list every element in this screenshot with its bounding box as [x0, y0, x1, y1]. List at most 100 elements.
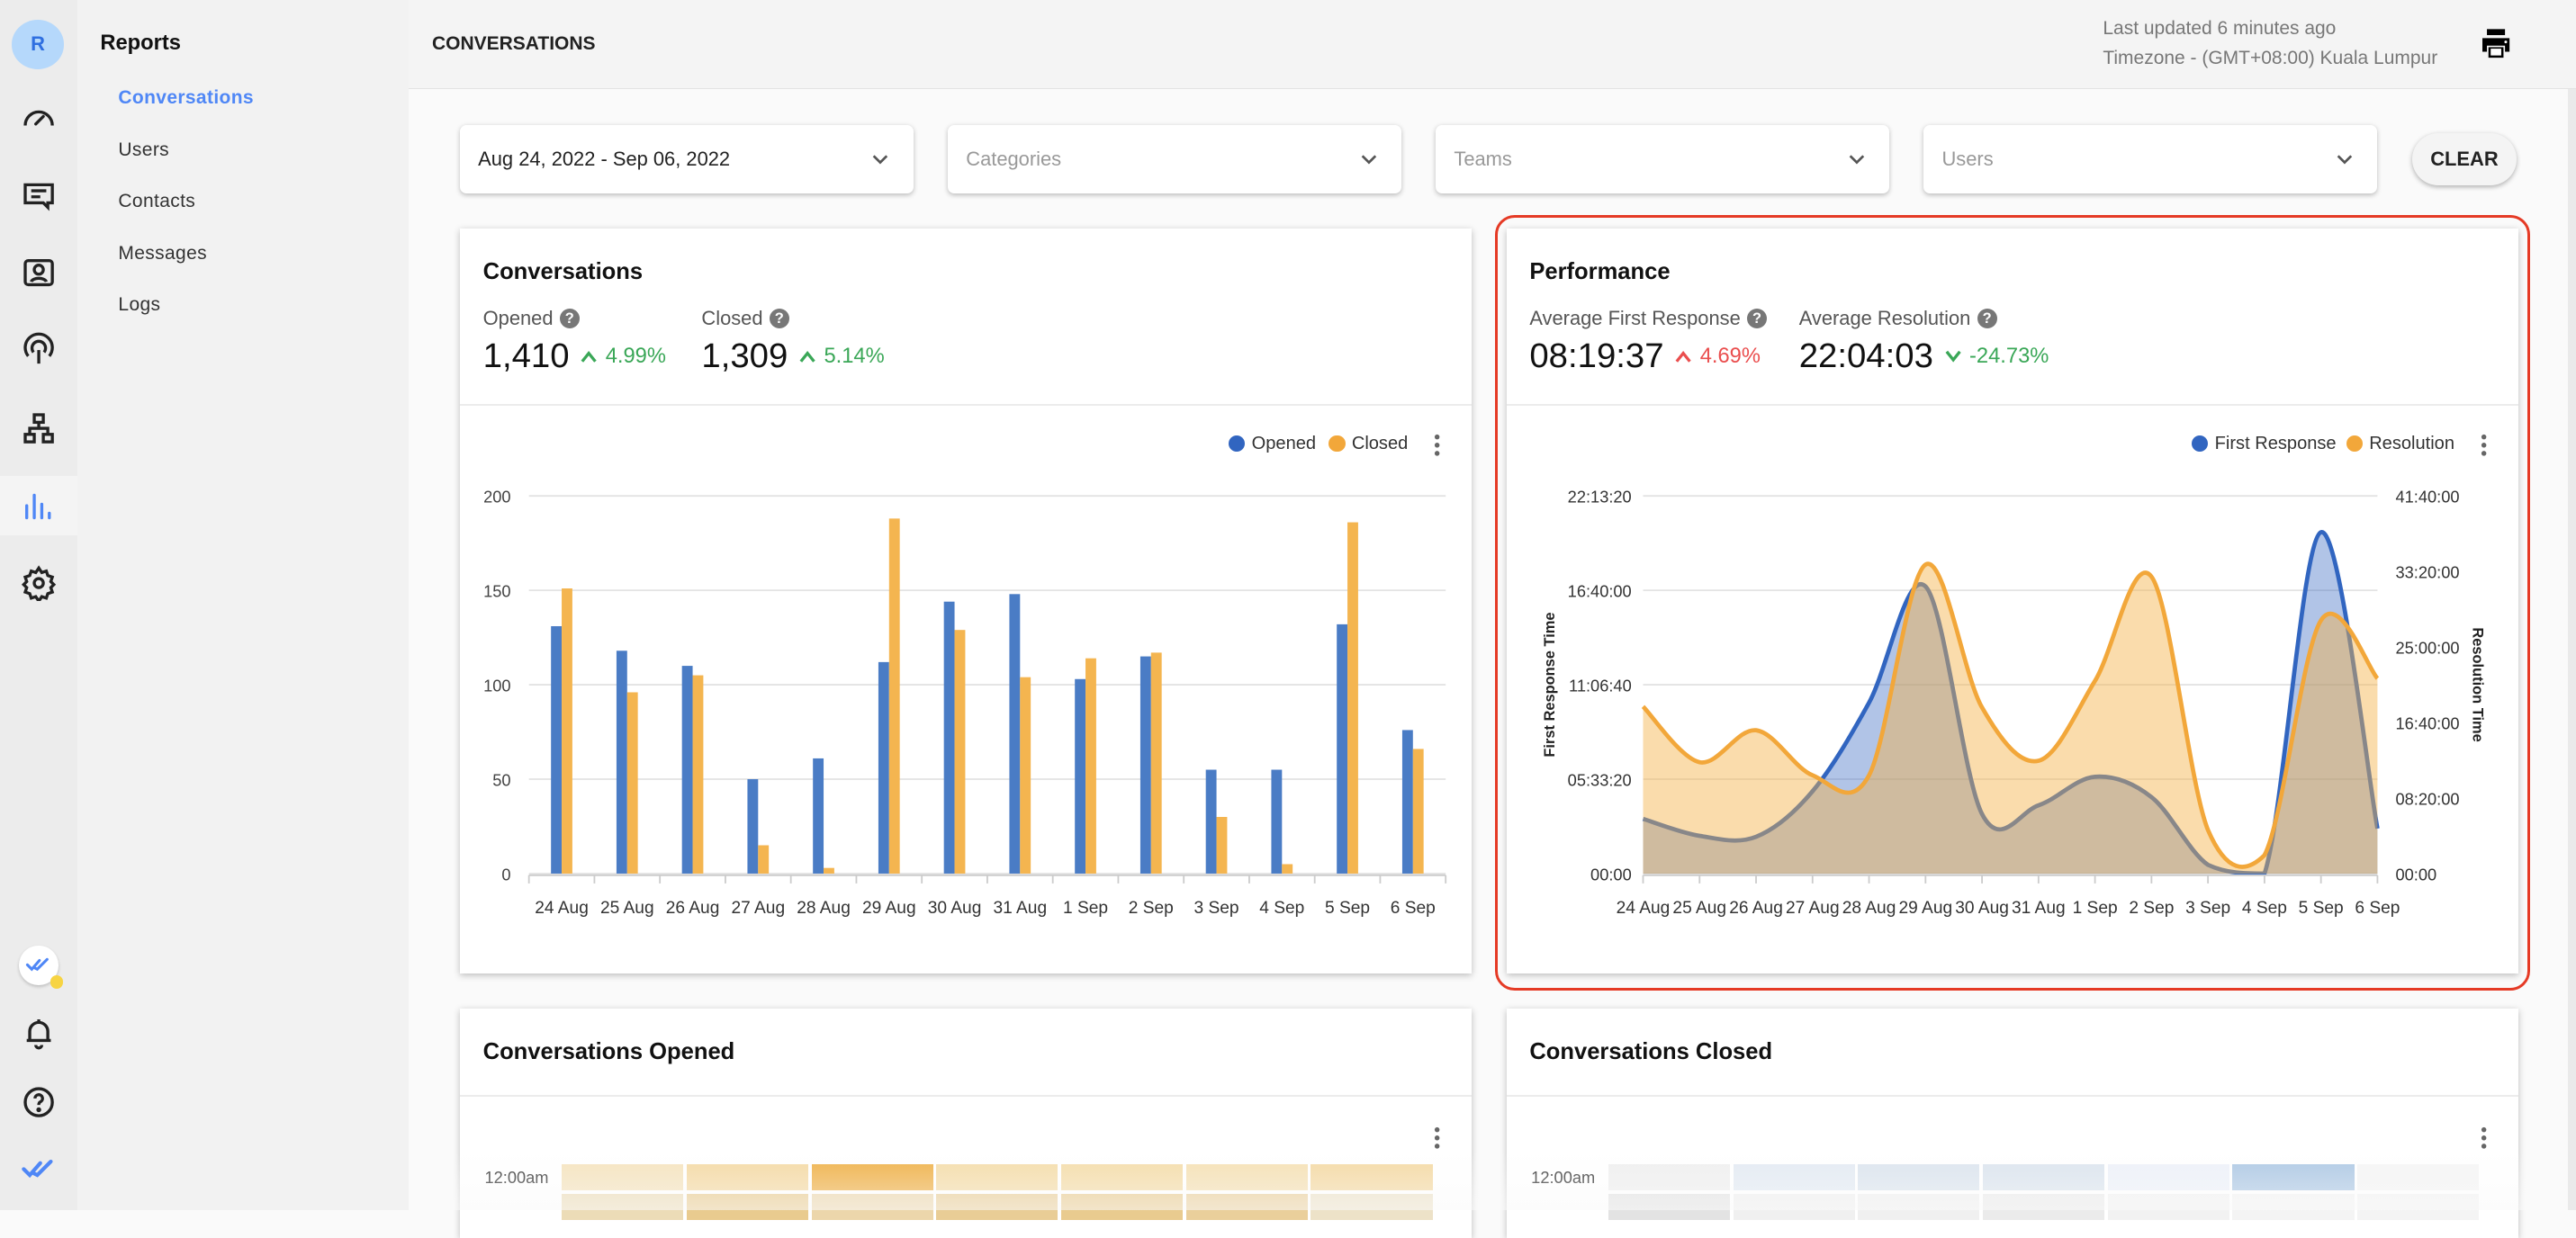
heatmap-cell[interactable] [1608, 1193, 1731, 1221]
heatmap-cell[interactable] [1983, 1193, 2105, 1221]
sitemap-icon[interactable] [0, 399, 77, 459]
heatmap-cell[interactable] [2357, 1193, 2480, 1221]
subnav-item-users[interactable]: Users [118, 139, 169, 161]
row-label: 12:00am [484, 1167, 549, 1187]
card-title: Conversations Closed [1529, 1039, 1773, 1065]
heatmap-cell[interactable] [2357, 1164, 2480, 1191]
x-tick-label: 6 Sep [2355, 899, 2400, 918]
legend-label: Closed [1351, 433, 1409, 453]
heatmap-cell[interactable] [1983, 1164, 2105, 1191]
date-range-select[interactable]: Aug 24, 2022 - Sep 06, 2022 [460, 124, 914, 194]
help-icon[interactable]: ? [559, 309, 580, 329]
printer-icon[interactable] [2478, 26, 2514, 62]
y-left-tick-label: 05:33:20 [1567, 770, 1631, 789]
teams-placeholder: Teams [1454, 148, 1512, 171]
x-tick-label: 29 Aug [862, 899, 916, 918]
row-label: 12:00am [1531, 1167, 1596, 1187]
logo-icon[interactable] [0, 1142, 77, 1201]
heatmap-cell[interactable] [1185, 1193, 1308, 1221]
heatmap-cell[interactable] [1733, 1193, 1855, 1221]
contact-icon[interactable] [0, 243, 77, 302]
heatmap-cell[interactable] [1061, 1164, 1184, 1191]
heatmap-cell[interactable] [936, 1193, 1058, 1221]
broadcast-icon[interactable] [0, 320, 77, 380]
x-tick-label: 26 Aug [1729, 899, 1783, 918]
heatmap-cell[interactable] [686, 1164, 808, 1191]
subnav-item-messages[interactable]: Messages [118, 243, 207, 265]
categories-placeholder: Categories [966, 148, 1062, 171]
help-icon[interactable]: ? [769, 309, 789, 329]
heatmap-cell[interactable] [936, 1164, 1058, 1191]
help-icon[interactable]: ? [1977, 309, 1997, 329]
bar-closed [1282, 864, 1293, 875]
legend-resolution[interactable]: Resolution [2346, 434, 2454, 454]
legend-opened[interactable]: Opened [1229, 434, 1316, 454]
x-tick-label: 28 Aug [797, 899, 851, 918]
clear-button[interactable]: CLEAR [2411, 132, 2517, 186]
bar-opened [943, 601, 955, 875]
opened-metric: 1,410 4.99% [483, 336, 666, 376]
heatmap-cell[interactable] [2107, 1193, 2229, 1221]
heatmap-cell[interactable] [562, 1164, 684, 1191]
bar-chart-icon[interactable] [0, 476, 77, 536]
bell-icon[interactable] [0, 1003, 77, 1063]
help-icon[interactable]: ? [1747, 309, 1767, 329]
app-badge-icon[interactable] [0, 936, 77, 995]
categories-select[interactable]: Categories [948, 124, 1401, 194]
avatar[interactable]: R [11, 19, 65, 69]
heatmap-cell[interactable] [2107, 1164, 2229, 1191]
subnav-item-logs[interactable]: Logs [118, 294, 160, 316]
x-tick-label: 2 Sep [1129, 899, 1174, 918]
subnav-item-conversations[interactable]: Conversations [118, 87, 254, 109]
teams-select[interactable]: Teams [1436, 124, 1890, 194]
heatmap-cell[interactable] [1311, 1164, 1433, 1191]
heatmap-cell[interactable] [811, 1193, 933, 1221]
more-options-icon[interactable] [1434, 434, 1440, 457]
y-right-tick-label: 25:00:00 [2395, 638, 2459, 657]
y-tick-label: 150 [483, 581, 510, 600]
help-icon[interactable] [0, 1072, 77, 1132]
legend-label: Opened [1251, 433, 1317, 453]
heatmap-cell[interactable] [1858, 1164, 1980, 1191]
users-placeholder: Users [1941, 148, 1994, 171]
legend-swatch [1329, 435, 1346, 453]
users-select[interactable]: Users [1923, 124, 2378, 194]
chat-icon[interactable] [0, 166, 77, 225]
legend-label: Resolution [2369, 433, 2454, 453]
heatmap-cell[interactable] [1185, 1164, 1308, 1191]
legend-first-response[interactable]: First Response [2192, 434, 2337, 454]
closed-value: 1,309 [701, 336, 788, 376]
heatmap-cell[interactable] [2232, 1193, 2355, 1221]
heatmap-cell[interactable] [562, 1193, 684, 1221]
last-updated: Last updated 6 minutes ago [2103, 18, 2337, 40]
gear-icon[interactable] [0, 553, 77, 613]
more-options-icon[interactable] [1434, 1126, 1440, 1150]
subnav-title: Reports [100, 31, 181, 55]
heatmap-cell[interactable] [1608, 1164, 1731, 1191]
divider [460, 1095, 1473, 1098]
x-tick-label: 31 Aug [994, 899, 1048, 918]
heatmap-cell[interactable] [1733, 1164, 1855, 1191]
y-left-tick-label: 11:06:40 [1569, 676, 1632, 695]
x-tick-label: 6 Sep [1391, 899, 1436, 918]
legend-closed[interactable]: Closed [1329, 434, 1408, 454]
heatmap-cell[interactable] [2232, 1164, 2355, 1191]
bar-opened [1205, 769, 1217, 875]
more-options-icon[interactable] [2481, 1126, 2487, 1150]
card-title: Conversations [482, 259, 644, 285]
x-tick-label: 1 Sep [1063, 899, 1108, 918]
bar-closed [626, 692, 638, 875]
scrollbar[interactable] [2567, 88, 2576, 1211]
x-tick-label: 30 Aug [928, 899, 982, 918]
page-title: CONVERSATIONS [432, 32, 596, 54]
heatmap-cell[interactable] [1311, 1193, 1433, 1221]
more-options-icon[interactable] [2481, 434, 2487, 457]
heatmap-cell[interactable] [811, 1164, 933, 1191]
gauge-icon[interactable] [0, 89, 77, 148]
status-dot [50, 975, 64, 989]
subnav-item-contacts[interactable]: Contacts [118, 191, 195, 212]
heatmap-row [562, 1193, 1433, 1221]
heatmap-cell[interactable] [1858, 1193, 1980, 1221]
heatmap-cell[interactable] [1061, 1193, 1184, 1221]
heatmap-cell[interactable] [686, 1193, 808, 1221]
